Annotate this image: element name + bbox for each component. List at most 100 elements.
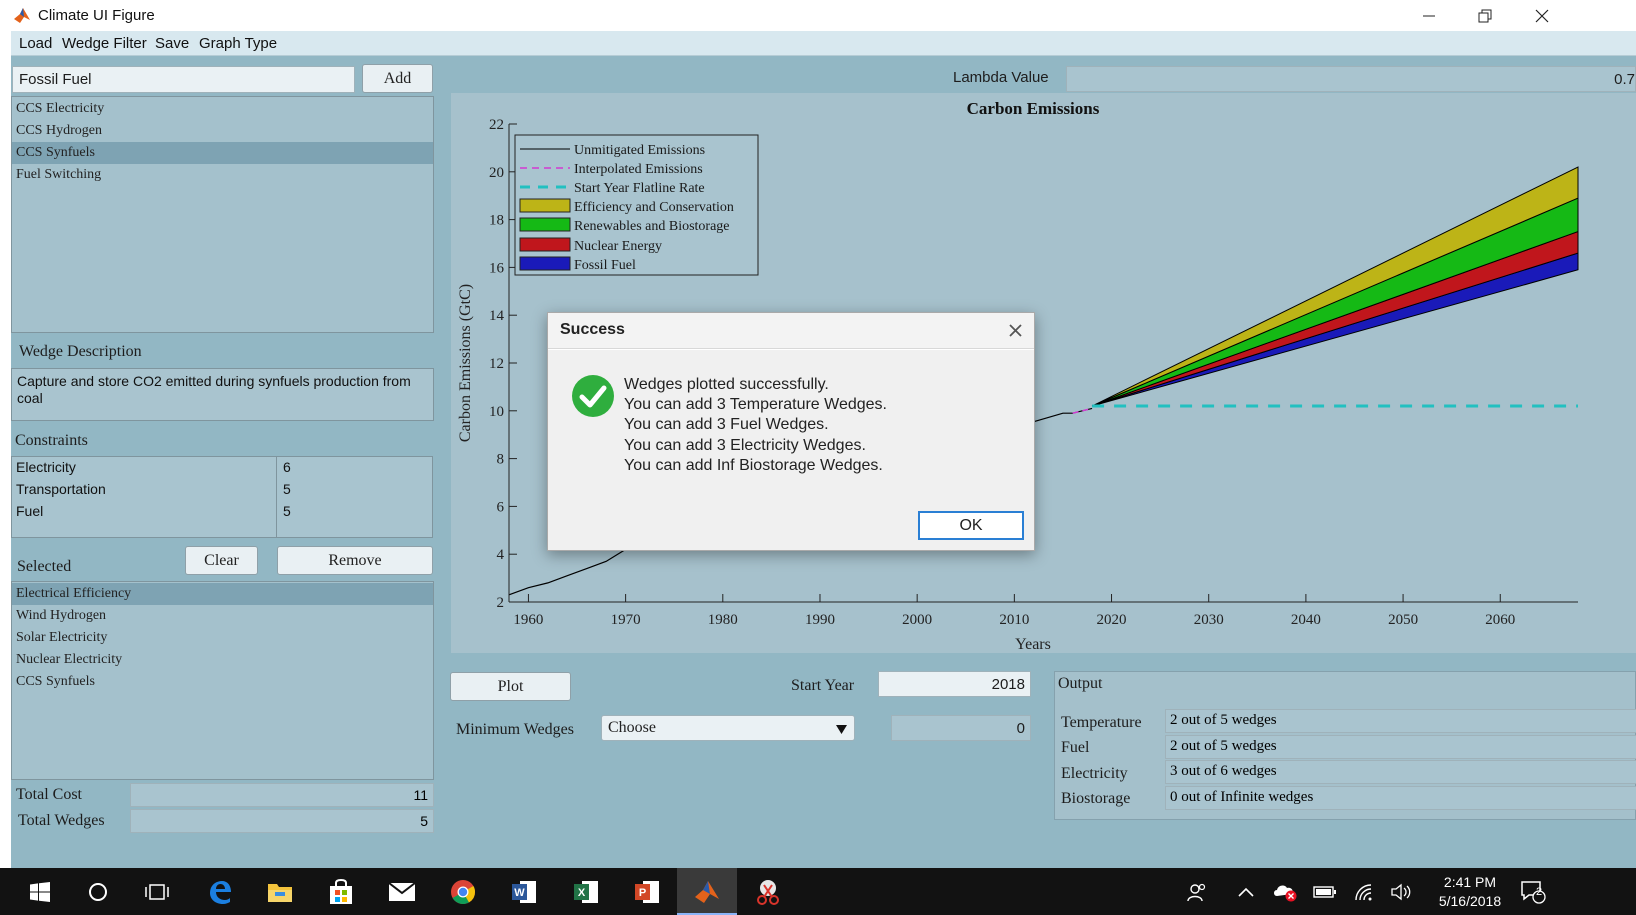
list-item[interactable]: Wind Hydrogen [12,605,433,627]
output-row-value: 0 out of Infinite wedges [1170,789,1314,805]
menu-graph-type[interactable]: Graph Type [199,35,277,52]
task-view-button[interactable] [141,876,173,908]
tray-volume[interactable] [1385,876,1417,908]
taskbar-snipping-tool[interactable] [752,876,784,908]
windows-logo-icon [30,882,50,902]
wifi-icon [1355,884,1372,901]
lambda-value: 0.7 [1614,71,1635,88]
minimum-wedges-dropdown[interactable]: Choose [601,715,855,741]
clock-time: 2:41 PM [1443,874,1497,890]
list-item[interactable]: Solar Electricity [12,627,433,649]
tray-onedrive[interactable] [1269,876,1301,908]
menu-load[interactable]: Load [19,35,52,52]
taskbar-matlab-active[interactable] [677,868,737,915]
table-row: Electricity 6 [12,457,432,479]
minimum-wedges-value: 0 [1016,720,1025,737]
x-tick-label: 2000 [902,612,932,628]
wedge-filter-field[interactable]: Fossil Fuel [12,66,355,93]
dialog-body: Wedges plotted successfully. You can add… [548,350,1034,550]
y-tick-label: 6 [497,499,505,515]
x-axis-label: Years [1015,636,1051,653]
tray-battery[interactable] [1309,876,1341,908]
list-item[interactable]: CCS Hydrogen [12,120,433,142]
x-tick-label: 1960 [513,612,543,628]
taskbar-mail[interactable] [386,876,418,908]
start-button[interactable] [24,876,56,908]
output-row-value: 3 out of 6 wedges [1170,763,1277,779]
search-button[interactable] [82,876,114,908]
tray-overflow[interactable] [1230,876,1262,908]
menu-save[interactable]: Save [155,35,189,52]
chart-legend: Unmitigated Emissions Interpolated Emiss… [514,134,759,276]
lambda-label: Lambda Value [953,69,1049,86]
list-item-selected[interactable]: Electrical Efficiency [12,583,433,605]
constraints-table[interactable]: Electricity 6 Transportation 5 Fuel 5 [11,456,433,538]
restore-button[interactable] [1456,0,1514,31]
dialog-close-icon[interactable] [1009,324,1022,337]
taskbar-word[interactable]: W [508,876,540,908]
taskbar-excel[interactable]: X [570,876,602,908]
constraint-value[interactable]: 5 [283,503,291,519]
clear-button[interactable]: Clear [185,546,258,575]
dialog-message-line: You can add 3 Fuel Wedges. [624,416,829,433]
tray-people[interactable] [1181,876,1213,908]
chrome-browser-icon [451,880,475,905]
constraint-value[interactable]: 5 [283,481,291,497]
wedge-description-text: Capture and store CO2 emitted during syn… [17,373,411,406]
list-item[interactable]: CCS Synfuels [12,671,433,693]
tray-clock[interactable]: 2:41 PM 5/16/2018 [1420,873,1520,911]
list-item[interactable]: Fuel Switching [12,164,433,186]
selected-listbox[interactable]: Electrical Efficiency Wind Hydrogen Sola… [11,581,434,780]
start-year-label: Start Year [791,677,855,694]
y-tick-label: 14 [489,308,505,324]
output-panel: Output Temperature 2 out of 5 wedges Fue… [1054,671,1636,820]
wedge-listbox[interactable]: CCS Electricity CCS Hydrogen CCS Synfuel… [11,96,434,333]
legend-label: Start Year Flatline Rate [574,181,705,196]
taskbar-edge[interactable] [204,876,236,908]
output-row-value: 2 out of 5 wedges [1170,712,1277,728]
tray-wifi[interactable] [1349,876,1381,908]
taskbar-store[interactable] [325,876,357,908]
x-tick-label: 2040 [1291,612,1321,628]
output-label: Output [1058,675,1103,692]
close-icon [1535,9,1549,22]
constraint-name: Transportation [16,481,106,497]
constraint-value[interactable]: 6 [283,459,291,475]
y-tick-label: 10 [489,404,504,420]
add-button[interactable]: Add [362,64,433,93]
taskbar-powerpoint[interactable]: P [631,876,663,908]
y-tick-label: 8 [497,452,505,468]
lambda-field[interactable]: 0.7 [1066,66,1636,92]
list-item[interactable]: Nuclear Electricity [12,649,433,671]
ok-button[interactable]: OK [918,511,1024,540]
word-app-icon: W [512,881,536,903]
minimize-icon [1423,15,1435,16]
list-item-selected[interactable]: CCS Synfuels [12,142,433,164]
chart-title: Carbon Emissions [967,99,1100,118]
total-cost-label: Total Cost [16,786,82,803]
total-cost-value: 11 [413,787,428,803]
success-dialog: Success Wedges plotted successfully. You… [547,312,1035,551]
output-row-value: 2 out of 5 wedges [1170,738,1277,754]
dialog-message-line: You can add 3 Electricity Wedges. [624,437,866,454]
action-center-button[interactable]: 2 [1517,876,1549,908]
start-year-field[interactable]: 2018 [878,671,1031,697]
remove-button[interactable]: Remove [277,546,433,575]
task-view-icon [145,884,169,900]
list-item[interactable]: CCS Electricity [12,98,433,120]
output-row-name: Temperature [1061,714,1142,731]
menu-wedge-filter[interactable]: Wedge Filter [62,35,147,52]
taskbar-chrome[interactable] [447,876,479,908]
taskbar-file-explorer[interactable] [264,876,296,908]
selected-label: Selected [17,558,72,575]
plot-button[interactable]: Plot [450,672,571,701]
battery-icon [1313,886,1336,898]
y-tick-label: 2 [497,595,505,611]
minimize-button[interactable] [1400,0,1458,31]
success-check-icon [572,375,614,417]
minimum-wedges-label: Minimum Wedges [456,721,574,738]
close-window-button[interactable] [1513,0,1571,31]
people-icon [1187,883,1206,902]
dialog-message-line: You can add 3 Temperature Wedges. [624,396,887,413]
x-tick-label: 2010 [999,612,1029,628]
